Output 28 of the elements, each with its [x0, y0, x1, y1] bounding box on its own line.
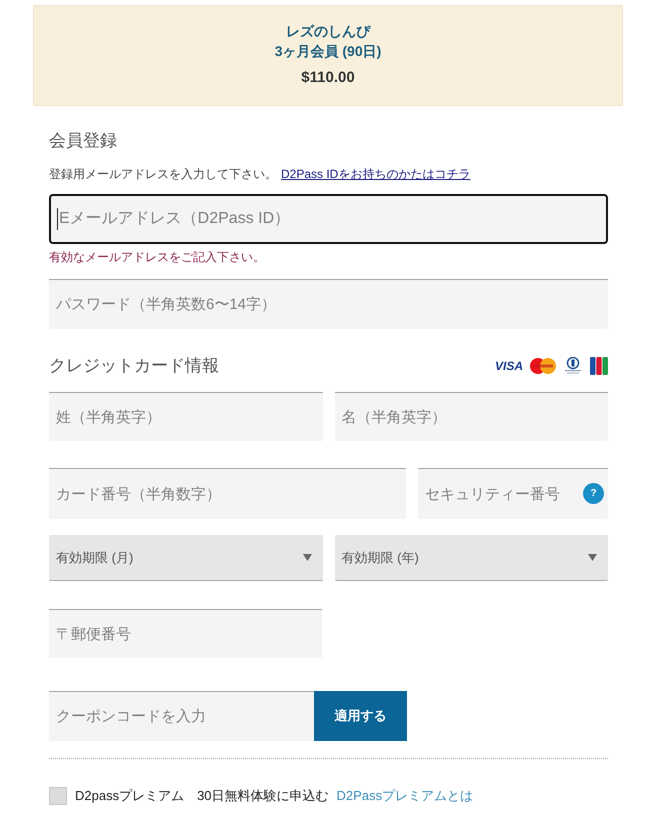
plan-price: $110.00 [300, 68, 356, 88]
premium-label: D2passプレミアム 30日無料体験に申込む [75, 787, 329, 805]
email-field[interactable]: Eメールアドレス（D2Pass ID） [49, 194, 608, 244]
caret-icon [302, 554, 312, 561]
name-field[interactable]: 名（半角英字） [334, 392, 608, 441]
card-brand-wordmark: VISA [494, 359, 523, 373]
error-message: 有効なメールアドレスをご記入下さい。 [49, 249, 266, 266]
name-field[interactable]: 姓（半角英字） [49, 392, 322, 441]
striped-card-icon [590, 357, 608, 375]
text-cursor [57, 208, 58, 230]
overlapping-circles-icon [530, 358, 556, 374]
premium-info-link[interactable]: D2Passプレミアムとは [336, 787, 474, 805]
plan-name: レズのしんぴ [285, 22, 372, 41]
postal-code-field[interactable]: 〒郵便番号 [49, 609, 322, 658]
coupon-field[interactable]: クーポンコードを入力 [49, 691, 314, 741]
caret-icon [588, 554, 597, 561]
instruction-text: 登録用メールアドレスを入力して下さい。 [49, 167, 277, 181]
circle-emblem-icon [563, 357, 583, 375]
premium-checkbox[interactable] [49, 787, 67, 805]
password-field[interactable]: パスワード（半角英数6〜14字） [49, 279, 608, 329]
section-heading: 会員登録 [49, 130, 118, 152]
apply-button[interactable]: 適用する [314, 691, 407, 741]
login-link[interactable]: D2Pass IDをお持ちのかたはコチラ [281, 167, 470, 181]
card-number-field[interactable]: カード番号（半角数字） [49, 468, 406, 519]
expiry-select[interactable]: 有効期限 (年) [334, 535, 608, 581]
plan-term: 3ヶ月会員 (90日) [274, 42, 382, 61]
section-heading: クレジットカード情報 [49, 355, 219, 377]
expiry-select[interactable]: 有効期限 (月) [49, 535, 322, 581]
